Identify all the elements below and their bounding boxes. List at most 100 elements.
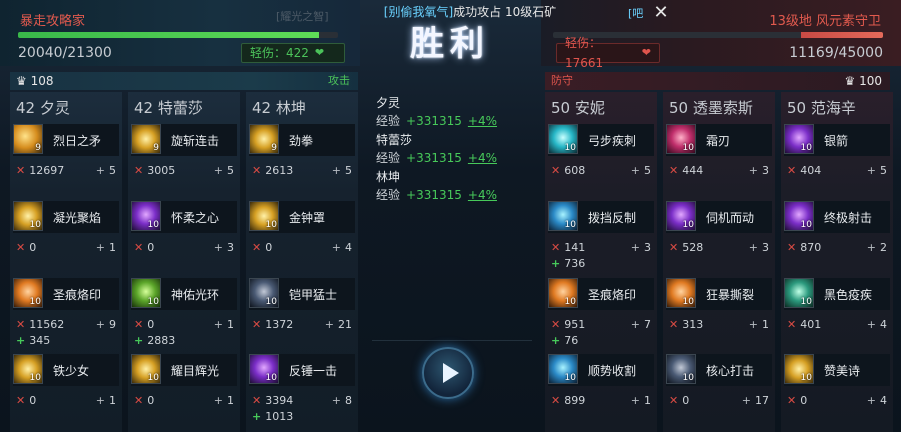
assist-stat: +3 (748, 240, 769, 254)
stat-row: ✕ 0 +4 (252, 239, 356, 255)
plus-icon: + (748, 240, 758, 254)
skill-header: 10 核心打击 (666, 354, 772, 386)
skill-icon[interactable]: 10 (666, 354, 696, 384)
skill-icon[interactable]: 10 (548, 201, 578, 231)
skill-entry: 10 霜刃 ✕ 444 +3 (663, 124, 775, 198)
skill-name: 旋斩连击 (171, 134, 220, 148)
skill-stats: ✕ 444 +3 (669, 162, 773, 178)
skill-level: 9 (35, 143, 41, 153)
skill-header: 9 劲拳 (249, 124, 355, 156)
plus-icon: + (748, 163, 758, 177)
xp-percent[interactable]: +4% (468, 112, 497, 131)
plus-icon: + (630, 163, 640, 177)
skill-icon[interactable]: 9 (249, 124, 279, 154)
plus-icon: + (213, 317, 223, 331)
skill-stats: ✕ 1372 +21 (252, 316, 356, 332)
enemy-hp-numbers: 11169/45000 (789, 45, 883, 61)
plus-icon: + (95, 163, 105, 177)
x-mark-icon: ✕ (551, 317, 561, 331)
kill-stat: ✕ 608 (551, 163, 586, 177)
skill-icon[interactable]: 10 (249, 201, 279, 231)
plus-icon: + (213, 393, 223, 407)
skill-icon[interactable]: 10 (249, 278, 279, 308)
enemy-team-name: 13级地 风元素守卫 (769, 14, 881, 29)
skill-icon[interactable]: 10 (784, 124, 814, 154)
enemy-side-header: 防守 ♛ 100 (545, 72, 890, 90)
skill-icon[interactable]: 10 (131, 354, 161, 384)
kill-stat: ✕ 1372 (252, 317, 294, 331)
stat-row: +736 (551, 255, 655, 271)
kill-stat: ✕ 2613 (252, 163, 294, 177)
skill-header: 10 伺机而动 (666, 201, 772, 233)
stat-row: ✕ 141 +3 (551, 239, 655, 255)
assist-stat: +5 (95, 163, 116, 177)
close-icon[interactable]: ✕ (650, 2, 672, 24)
skill-icon[interactable]: 10 (784, 278, 814, 308)
skill-icon[interactable]: 9 (13, 124, 43, 154)
skill-level: 9 (271, 143, 277, 153)
skill-icon[interactable]: 10 (784, 354, 814, 384)
heal-plus-icon: + (551, 256, 561, 270)
stat-row: ✕ 1372 +21 (252, 316, 356, 332)
skill-icon[interactable]: 10 (13, 354, 43, 384)
skill-name: 神佑光环 (171, 288, 220, 302)
skill-icon[interactable]: 10 (548, 354, 578, 384)
skill-entry: 9 烈日之矛 ✕ 12697 +5 (10, 124, 122, 198)
kill-stat: ✕ 444 (669, 163, 704, 177)
skill-level: 10 (29, 373, 41, 383)
x-mark-icon: ✕ (252, 163, 262, 177)
stat-row: ✕ 0 +1 (134, 316, 238, 332)
skill-entry: 9 旋斩连击 ✕ 3005 +5 (128, 124, 240, 198)
skill-icon[interactable]: 10 (13, 278, 43, 308)
skill-level: 10 (800, 297, 812, 307)
skill-icon[interactable]: 10 (131, 278, 161, 308)
heal-plus-icon: + (16, 333, 26, 347)
enemy-minor-injury-text: 轻伤：17661 (565, 36, 604, 70)
skill-header: 10 怀柔之心 (131, 201, 237, 233)
skill-icon[interactable]: 10 (784, 201, 814, 231)
stat-row: ✕ 404 +5 (787, 162, 891, 178)
skill-icon[interactable]: 10 (131, 201, 161, 231)
assist-stat: +1 (630, 393, 651, 407)
skill-icon[interactable]: 10 (666, 201, 696, 231)
skill-stats: ✕ 0 +4 (787, 392, 891, 408)
enemy-hp-total: /45000 (833, 45, 883, 61)
kill-stat: ✕ 313 (669, 317, 704, 331)
hero-column: 42 林坤 9 劲拳 ✕ 2613 +5 10 金钟罩 ✕ 0 +4 10 铠甲猛士 ✕ 1372 +21 10… (246, 92, 358, 432)
skill-name: 伺机而动 (706, 211, 755, 225)
kill-stat: ✕ 528 (669, 240, 704, 254)
skill-icon[interactable]: 10 (13, 201, 43, 231)
xp-percent[interactable]: +4% (468, 186, 497, 205)
skill-stats: ✕ 870 +2 (787, 239, 891, 255)
skill-stats: ✕ 404 +5 (787, 162, 891, 178)
skill-icon[interactable]: 10 (249, 354, 279, 384)
x-mark-icon: ✕ (551, 163, 561, 177)
skill-icon[interactable]: 10 (548, 124, 578, 154)
skill-stats: ✕ 141 +3 +736 (551, 239, 655, 271)
assist-stat: +3 (630, 240, 651, 254)
replay-play-button[interactable] (422, 347, 474, 399)
skill-icon[interactable]: 9 (131, 124, 161, 154)
plus-icon: + (213, 240, 223, 254)
skill-stats: ✕ 528 +3 (669, 239, 773, 255)
xp-label: 经验 (376, 151, 401, 165)
stat-row: ✕ 0 +4 (787, 392, 891, 408)
kill-stat: ✕ 0 (134, 317, 155, 331)
enemy-hero-count: ♛ 100 (845, 72, 883, 90)
skill-icon[interactable]: 10 (666, 124, 696, 154)
xp-percent[interactable]: +4% (468, 149, 497, 168)
skill-header: 9 旋斩连击 (131, 124, 237, 156)
plus-icon: + (331, 240, 341, 254)
skill-icon[interactable]: 10 (666, 278, 696, 308)
skill-entry: 10 狂暴撕裂 ✕ 313 +1 (663, 278, 775, 352)
skill-name: 耀目辉光 (171, 364, 220, 378)
kill-stat: ✕ 0 (16, 393, 37, 407)
skill-icon[interactable]: 10 (548, 278, 578, 308)
x-mark-icon: ✕ (134, 317, 144, 331)
plus-icon: + (630, 393, 640, 407)
skill-stats: ✕ 951 +7 +76 (551, 316, 655, 348)
plus-icon: + (748, 317, 758, 331)
trophy-icon: ♛ (16, 74, 27, 88)
heal-stat: +736 (551, 256, 586, 270)
assist-stat: +21 (324, 317, 352, 331)
